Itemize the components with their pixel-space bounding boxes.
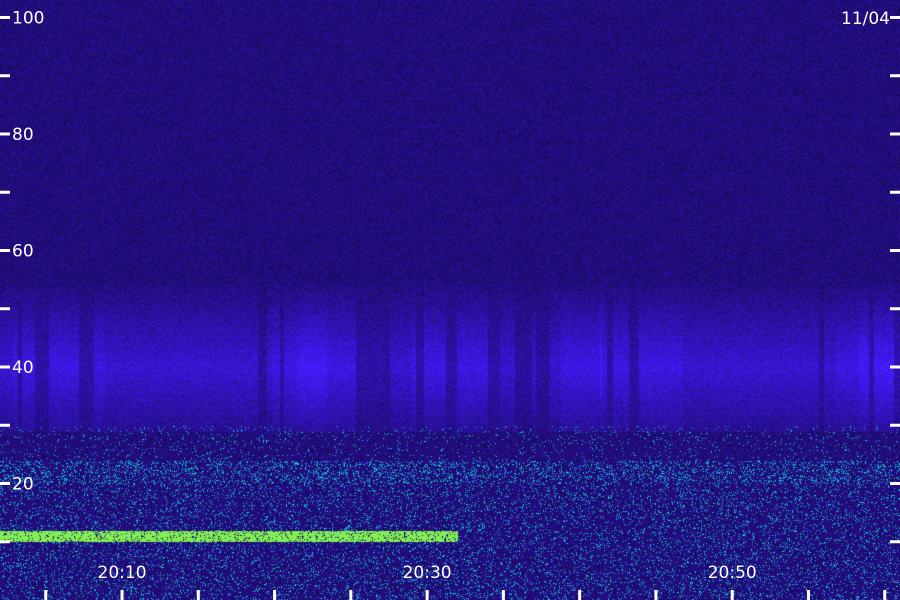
y-axis: 20 40 60 80 100 [0,8,900,544]
y-tick-label: 40 [12,358,34,378]
date-label: 11/04 [841,9,890,29]
y-tick-label: 20 [12,474,34,494]
x-tick-label: 20:50 [708,563,757,583]
axis-overlay: 20 40 60 80 100 20:10 20:30 20:50 11/04 [0,8,900,600]
y-tick-label: 60 [12,241,34,261]
x-tick-label: 20:10 [98,563,147,583]
y-tick-label: 100 [12,8,44,28]
x-axis: 20:10 20:30 20:50 [44,563,887,600]
x-tick-label: 20:30 [403,563,452,583]
y-tick-label: 80 [12,125,34,145]
spectrogram-chart: 20 40 60 80 100 20:10 20:30 20:50 11/04 [0,0,900,600]
